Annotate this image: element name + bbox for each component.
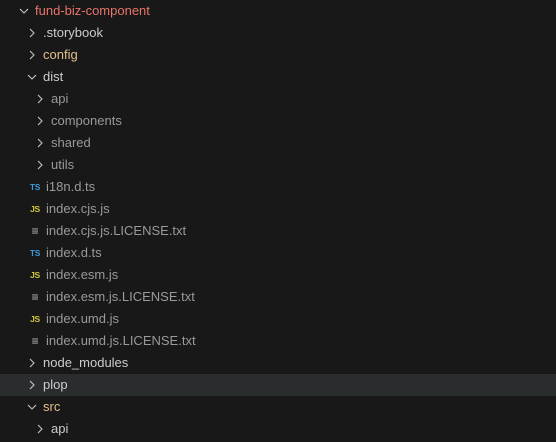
file-explorer-tree: fund-biz-component .storybook config dist ap… [0, 0, 556, 440]
chevron-right-icon[interactable] [34, 88, 46, 110]
file-item-index-umd-js[interactable]: JS index.umd.js [0, 308, 556, 330]
chevron-down-icon[interactable] [26, 66, 38, 88]
txt-file-icon: ≡ [31, 224, 39, 238]
item-label: i18n.d.ts [46, 179, 96, 194]
item-label: index.cjs.js [46, 201, 110, 216]
js-file-icon: JS [30, 204, 40, 214]
folder-item-src[interactable]: src [0, 396, 556, 418]
item-label: index.d.ts [46, 245, 102, 260]
folder-item-dist[interactable]: dist [0, 66, 556, 88]
file-item-index-d-ts[interactable]: TS index.d.ts [0, 242, 556, 264]
file-item-index-esm-js-license-txt[interactable]: ≡ index.esm.js.LICENSE.txt [0, 286, 556, 308]
item-label: index.umd.js [46, 311, 119, 326]
chevron-right-icon[interactable] [34, 154, 46, 176]
folder-item-api[interactable]: api [0, 418, 556, 440]
folder-item-plop[interactable]: plop [0, 374, 556, 396]
item-label: index.esm.js.LICENSE.txt [46, 289, 195, 304]
item-label: plop [43, 377, 68, 392]
item-label: .storybook [43, 25, 103, 40]
item-label: utils [51, 157, 75, 172]
chevron-right-icon[interactable] [26, 352, 38, 374]
item-label: api [51, 91, 69, 106]
chevron-down-icon[interactable] [26, 396, 38, 418]
folder-item-api[interactable]: api [0, 88, 556, 110]
folder-item-config[interactable]: config [0, 44, 556, 66]
folder-item-storybook[interactable]: .storybook [0, 22, 556, 44]
item-label: api [51, 421, 69, 436]
js-file-icon: JS [30, 314, 40, 324]
item-label: index.cjs.js.LICENSE.txt [46, 223, 187, 238]
item-label: src [43, 399, 61, 414]
item-label: config [43, 47, 78, 62]
chevron-right-icon[interactable] [34, 418, 46, 440]
folder-item-utils[interactable]: utils [0, 154, 556, 176]
folder-item-node-modules[interactable]: node_modules [0, 352, 556, 374]
chevron-down-icon[interactable] [18, 0, 30, 22]
item-label: fund-biz-component [35, 3, 150, 18]
js-file-icon: JS [30, 270, 40, 280]
chevron-right-icon[interactable] [26, 44, 38, 66]
txt-file-icon: ≡ [31, 290, 39, 304]
file-item-index-cjs-js[interactable]: JS index.cjs.js [0, 198, 556, 220]
item-label: node_modules [43, 355, 129, 370]
chevron-right-icon[interactable] [34, 132, 46, 154]
chevron-right-icon[interactable] [26, 22, 38, 44]
folder-item-fund-biz-component[interactable]: fund-biz-component [0, 0, 556, 22]
ts-file-icon: TS [29, 248, 41, 258]
item-label: index.umd.js.LICENSE.txt [46, 333, 196, 348]
item-label: shared [51, 135, 91, 150]
folder-item-components[interactable]: components [0, 110, 556, 132]
item-label: index.esm.js [46, 267, 119, 282]
txt-file-icon: ≡ [31, 334, 39, 348]
item-label: dist [43, 69, 64, 84]
chevron-right-icon[interactable] [34, 110, 46, 132]
file-item-index-esm-js[interactable]: JS index.esm.js [0, 264, 556, 286]
folder-item-shared[interactable]: shared [0, 132, 556, 154]
file-item-i18n-d-ts[interactable]: TS i18n.d.ts [0, 176, 556, 198]
file-item-index-umd-js-license-txt[interactable]: ≡ index.umd.js.LICENSE.txt [0, 330, 556, 352]
ts-file-icon: TS [29, 182, 41, 192]
chevron-right-icon[interactable] [26, 374, 38, 396]
item-label: components [51, 113, 122, 128]
file-item-index-cjs-js-license-txt[interactable]: ≡ index.cjs.js.LICENSE.txt [0, 220, 556, 242]
